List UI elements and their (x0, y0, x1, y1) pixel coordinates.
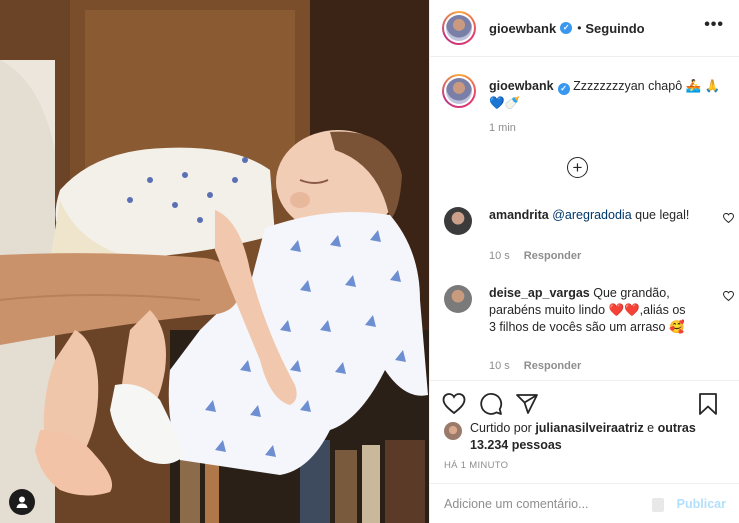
likes-text: Curtido por julianasilveiraatriz e outra… (470, 420, 706, 454)
heart-icon[interactable] (442, 392, 466, 416)
comment-text-block: deise_ap_vargas Que grandão, parabéns mu… (489, 285, 694, 336)
reply-button[interactable]: Responder (524, 360, 581, 372)
plus-circle-icon: + (572, 158, 583, 177)
separator-dot: • (577, 21, 582, 35)
liker-avatar[interactable] (444, 422, 462, 440)
comment-like-heart-icon[interactable] (723, 291, 734, 301)
caption-username[interactable]: gioewbank (489, 79, 554, 93)
add-comment-bar: Adicione um comentário... Publicar (430, 483, 739, 523)
heart-emoji: ❤️❤️ (608, 303, 640, 317)
comment-meta: 10 s Responder (489, 360, 581, 372)
post-action-bar (430, 380, 739, 425)
publish-button[interactable]: Publicar (677, 497, 726, 511)
commenter-avatar[interactable] (444, 285, 472, 313)
likes-prefix: Curtido por (470, 421, 536, 435)
comment-input[interactable]: Adicione um comentário... (444, 497, 589, 511)
comment-time: 10 s (489, 360, 510, 372)
comment-like-heart-icon[interactable] (723, 213, 734, 223)
paper-plane-icon[interactable] (515, 392, 539, 416)
caption-avatar[interactable] (442, 74, 476, 108)
comment-mention-link[interactable]: @aregradodia (552, 208, 631, 222)
comment-username[interactable]: amandrita (489, 208, 549, 222)
commenter-avatar[interactable] (444, 207, 472, 235)
reply-button[interactable]: Responder (524, 250, 581, 262)
post-side-panel: gioewbank ✓ • Seguindo ••• gioewbank ✓ Zz… (429, 0, 739, 523)
author-avatar[interactable] (442, 11, 476, 45)
verified-badge-icon: ✓ (557, 83, 570, 95)
comment-text-block: amandrita @aregradodia que legal! (489, 207, 694, 224)
scrollbar-thumb[interactable] (652, 498, 664, 512)
comment-icon[interactable] (479, 392, 503, 416)
more-options-icon[interactable]: ••• (704, 16, 724, 34)
author-username[interactable]: gioewbank (489, 21, 556, 36)
comment-text: que legal! (631, 208, 690, 222)
bookmark-icon[interactable] (696, 392, 720, 416)
follow-status-button[interactable]: Seguindo (585, 21, 644, 36)
caption-time: 1 min (489, 122, 516, 134)
verified-badge-icon: ✓ (560, 22, 573, 34)
user-tag-icon (16, 496, 28, 508)
baby-photo-illustration (0, 0, 429, 523)
comment-time: 10 s (489, 250, 510, 262)
comment-username[interactable]: deise_ap_vargas (489, 286, 590, 300)
liker-username[interactable]: julianasilveiraatriz (535, 421, 643, 435)
post-timestamp[interactable]: HÁ 1 MINUTO (444, 460, 508, 471)
comment-meta: 10 s Responder (489, 250, 581, 262)
post-header: gioewbank ✓ • Seguindo ••• (430, 0, 739, 57)
tagged-users-button[interactable] (9, 489, 35, 515)
likes-middle: e (643, 421, 658, 435)
caption-text-block: gioewbank ✓ Zzzzzzzzyan chapô 🚣 🙏💙🍼 (489, 78, 725, 112)
load-more-comments-button[interactable]: + (567, 157, 588, 178)
post-photo[interactable] (0, 0, 429, 523)
